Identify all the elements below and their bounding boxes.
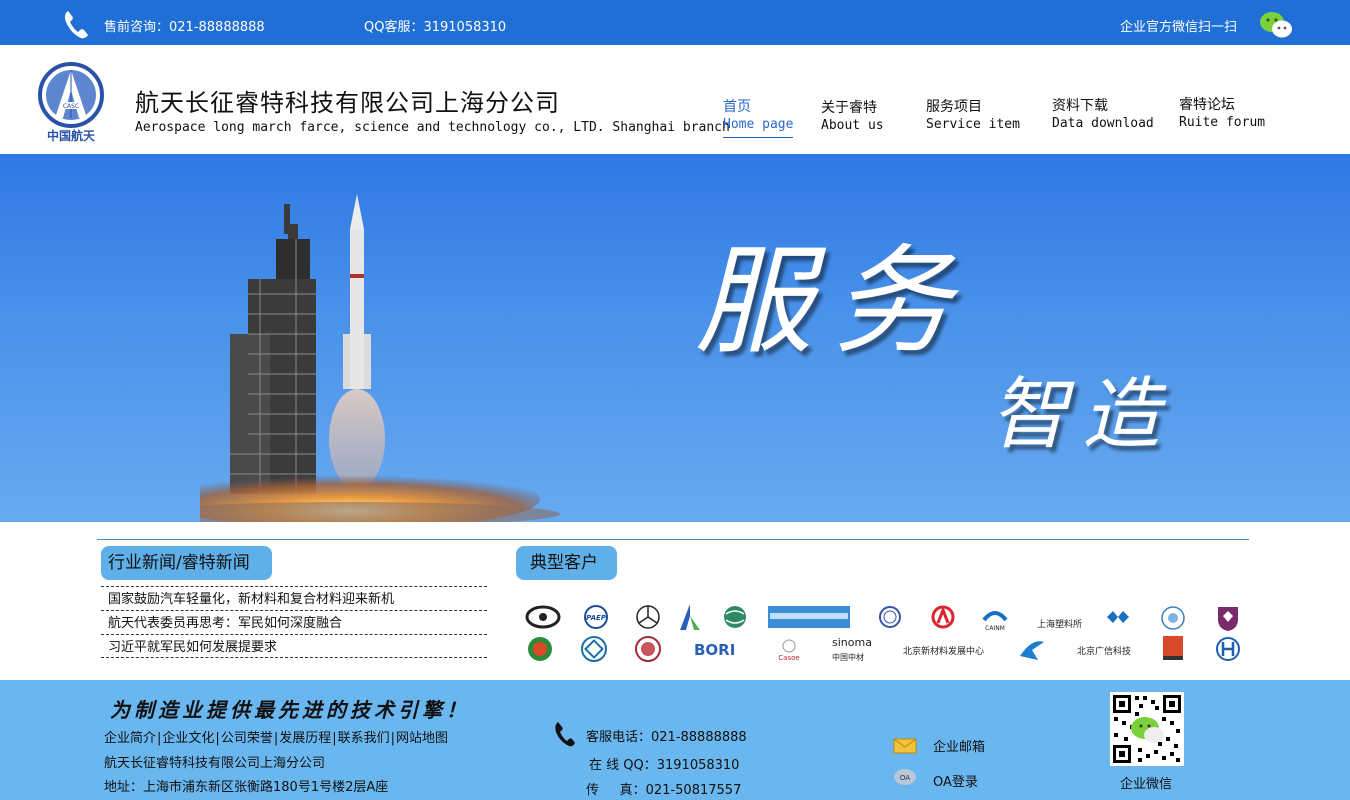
nav-forum-en: Ruite forum <box>1179 115 1266 130</box>
client-logo-round[interactable] <box>1160 605 1186 631</box>
news-item[interactable]: 航天代表委员再思考：军民如何深度融合 <box>101 610 487 634</box>
client-logo-plane[interactable] <box>1018 636 1046 662</box>
clients-section-title: 典型客户 <box>516 546 617 580</box>
footer-slogan: 为制造业提供最先进的技术引擎！ <box>110 698 470 722</box>
news-list: 国家鼓励汽车轻量化，新材料和复合材料迎来新机 航天代表委员再思考：军民如何深度融… <box>101 586 487 658</box>
wechat-scan-text: 企业官方微信扫一扫 <box>1120 20 1238 35</box>
client-logo-green-seal[interactable] <box>526 635 554 663</box>
hero-banner: 服务 智造 <box>0 154 1350 522</box>
client-logo-1[interactable] <box>525 605 561 629</box>
wechat-qr-code <box>1110 692 1184 766</box>
client-logo-wave[interactable] <box>1105 608 1131 626</box>
logo-text: 中国航天 <box>47 128 96 143</box>
footer-link-honors[interactable]: 公司荣誉 <box>221 731 273 746</box>
cainm-text: CAINM <box>985 625 1005 632</box>
presale-phone: 售前咨询：021-88888888 <box>104 20 265 35</box>
client-logo-triangle[interactable] <box>678 602 702 632</box>
wechat-qr-label: 企业微信 <box>1120 777 1173 792</box>
nav-home-cn: 首页 <box>723 99 751 115</box>
client-logo-red-a[interactable] <box>930 605 956 629</box>
client-logo-banner[interactable] <box>768 606 850 628</box>
nav-services[interactable]: 服务项目 Service item <box>926 99 1020 133</box>
client-logo-shield[interactable] <box>1216 604 1240 632</box>
banner-slogan-main: 服务 <box>695 232 972 370</box>
nav-forum[interactable]: 睿特论坛 Ruite forum <box>1179 97 1265 131</box>
casc-logo[interactable]: CASC 中国航天 <box>36 62 106 144</box>
client-logo-h-circle[interactable] <box>1214 636 1242 662</box>
footer-link-contact[interactable]: 联系我们 <box>338 731 390 746</box>
sinoma-cn-text: 中国中材 <box>832 652 864 662</box>
footer-link-sitemap[interactable]: 网站地图 <box>396 731 448 746</box>
footer-link-culture[interactable]: 企业文化 <box>162 731 214 746</box>
client-logo-sinoma[interactable]: sinoma 中国中材 <box>830 634 876 664</box>
footer-company-name: 航天长征睿特科技有限公司上海分公司 <box>104 756 326 771</box>
client-logo-crest[interactable] <box>634 635 662 663</box>
casoe-text: Casoe <box>778 654 799 662</box>
nav-downloads-en: Data download <box>1052 116 1154 131</box>
nav-about-en: About us <box>821 118 884 133</box>
qq-service: QQ客服：3191058310 <box>364 20 507 35</box>
site-header: CASC 中国航天 航天长征睿特科技有限公司上海分公司 Aerospace lo… <box>0 45 1350 154</box>
logo-badge: CASC <box>63 103 79 110</box>
client-logo-globe[interactable] <box>722 604 748 630</box>
banner-slogan-sub: 智造 <box>990 370 1175 460</box>
nav-about[interactable]: 关于睿特 About us <box>821 100 884 134</box>
nav-downloads[interactable]: 资料下载 Data download <box>1052 98 1154 132</box>
client-shanghai-plastics[interactable]: 上海塑料所 <box>1037 617 1082 630</box>
client-beijing-materials[interactable]: 北京新材料发展中心 <box>903 644 984 657</box>
client-logo-casoe[interactable]: Casoe <box>772 636 806 664</box>
nav-home-en: Home page <box>723 117 794 132</box>
nav-home[interactable]: 首页 Home page <box>723 99 794 138</box>
company-name-en: Aerospace long march farce, science and … <box>135 120 730 135</box>
footer-service-phone: 客服电话：021-88888888 <box>586 730 747 745</box>
news-item[interactable]: 国家鼓励汽车轻量化，新材料和复合材料迎来新机 <box>101 586 487 610</box>
client-logos: PAEP CAINM 上海塑料所 BORI Casoe sinoma 中国中材 北… <box>520 600 1250 670</box>
client-logo-bori[interactable]: BORI <box>692 638 740 660</box>
nav-about-cn: 关于睿特 <box>821 100 877 116</box>
client-logo-ceas[interactable] <box>878 605 902 629</box>
nav-forum-cn: 睿特论坛 <box>1179 97 1235 113</box>
oa-icon: OA <box>894 769 916 785</box>
client-logo-diamond[interactable] <box>580 635 608 663</box>
client-logo-cainm[interactable]: CAINM <box>980 606 1010 632</box>
phone-icon <box>555 722 575 747</box>
site-footer: 为制造业提供最先进的技术引擎！ 企业简介|企业文化|公司荣誉|发展历程|联系我们… <box>0 680 1350 800</box>
footer-address: 地址：上海市浦东新区张衡路180号1号楼2层A座 <box>104 780 389 795</box>
nav-services-cn: 服务项目 <box>926 99 982 115</box>
rocket-launch-image <box>200 194 560 522</box>
phone-icon <box>64 11 88 39</box>
client-beijing-guangxin[interactable]: 北京广信科技 <box>1077 644 1131 657</box>
footer-fax: 传 真：021-50817557 <box>586 783 742 798</box>
bori-text: BORI <box>694 641 735 659</box>
mail-icon <box>893 738 917 754</box>
sinoma-text: sinoma <box>832 636 872 649</box>
top-contact-bar: 售前咨询：021-88888888 QQ客服：3191058310 企业官方微信… <box>0 0 1350 45</box>
client-logo-paep[interactable]: PAEP <box>582 604 610 630</box>
svg-text:OA: OA <box>900 774 910 782</box>
client-logo-red-block[interactable] <box>1161 634 1185 662</box>
client-logo-mercedes[interactable] <box>635 604 661 630</box>
footer-link-intro[interactable]: 企业简介 <box>104 731 156 746</box>
footer-links: 企业简介|企业文化|公司荣誉|发展历程|联系我们|网站地图 <box>104 727 448 746</box>
news-item[interactable]: 习近平就军民如何发展提要求 <box>101 634 487 658</box>
footer-link-history[interactable]: 发展历程 <box>279 731 331 746</box>
company-name: 航天长征睿特科技有限公司上海分公司 <box>135 89 560 117</box>
footer-online-qq: 在 线 QQ：3191058310 <box>589 758 740 773</box>
footer-mail-link[interactable]: 企业邮箱 <box>933 736 985 755</box>
paep-text: PAEP <box>586 614 607 622</box>
news-section-title[interactable]: 行业新闻/睿特新闻 <box>101 546 272 580</box>
nav-services-en: Service item <box>926 117 1020 132</box>
wechat-icon[interactable] <box>1258 10 1294 40</box>
section-divider <box>97 539 1249 540</box>
nav-downloads-cn: 资料下载 <box>1052 98 1108 114</box>
footer-oa-login[interactable]: OA登录 <box>933 771 978 790</box>
